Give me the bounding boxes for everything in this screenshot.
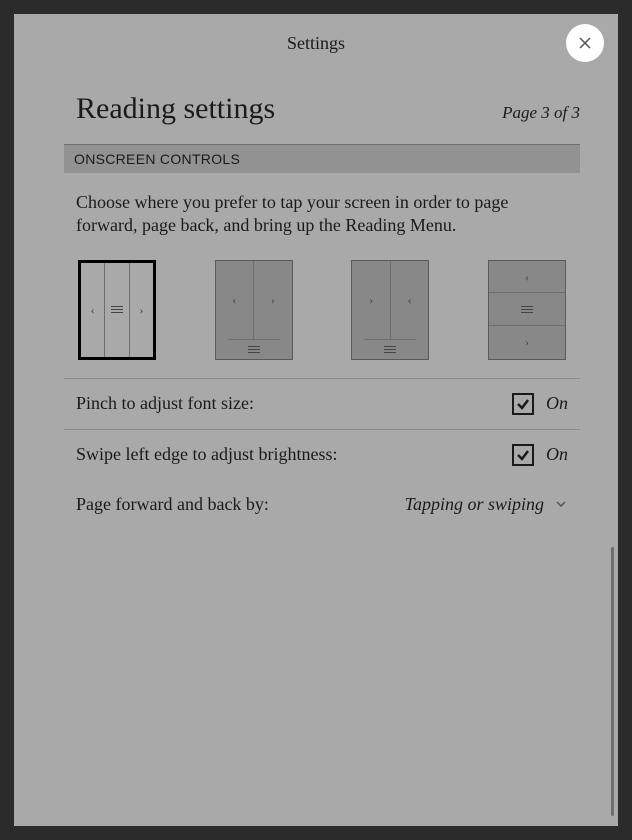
checkmark-icon xyxy=(515,396,531,412)
title-row: Reading settings Page 3 of 3 xyxy=(64,72,580,144)
layout-options: ‹ › ‹ › › ‹ xyxy=(64,260,580,378)
chevron-left-icon: ‹ xyxy=(408,294,412,306)
pinch-checkbox[interactable] xyxy=(512,393,534,415)
close-button[interactable] xyxy=(566,24,604,62)
menu-icon xyxy=(111,304,123,315)
scrollbar-thumb[interactable] xyxy=(611,547,614,816)
setting-state: On xyxy=(546,444,568,465)
layout-option-2[interactable]: ‹ › xyxy=(215,260,293,360)
chevron-left-icon: ‹ xyxy=(232,294,236,306)
content: Reading settings Page 3 of 3 ONSCREEN CO… xyxy=(14,72,618,826)
page-indicator: Page 3 of 3 xyxy=(502,103,580,123)
swipe-checkbox[interactable] xyxy=(512,444,534,466)
setting-state: On xyxy=(546,393,568,414)
menu-icon xyxy=(521,304,533,315)
setting-label: Swipe left edge to adjust brightness: xyxy=(76,444,337,465)
modal-title: Settings xyxy=(287,33,345,54)
checkmark-icon xyxy=(515,447,531,463)
chevron-down-icon xyxy=(554,497,568,511)
chevron-right-icon: › xyxy=(525,336,529,348)
chevron-left-icon: ‹ xyxy=(91,304,95,316)
section-header: ONSCREEN CONTROLS xyxy=(64,144,580,173)
setting-label: Pinch to adjust font size: xyxy=(76,393,254,414)
chevron-right-icon: › xyxy=(271,294,275,306)
pageforward-dropdown[interactable]: Tapping or swiping xyxy=(405,494,568,515)
close-icon xyxy=(577,35,593,51)
chevron-right-icon: › xyxy=(139,304,143,316)
setting-pinch: Pinch to adjust font size: On xyxy=(64,378,580,429)
settings-modal: Settings Reading settings Page 3 of 3 ON… xyxy=(14,14,618,826)
modal-header: Settings xyxy=(14,14,618,72)
setting-pageforward: Page forward and back by: Tapping or swi… xyxy=(64,480,580,529)
layout-option-4[interactable]: ‹ › xyxy=(488,260,566,360)
page-title: Reading settings xyxy=(76,92,275,126)
instruction-text: Choose where you prefer to tap your scre… xyxy=(64,173,580,260)
menu-icon xyxy=(248,344,260,355)
scrollbar[interactable] xyxy=(611,144,614,816)
menu-icon xyxy=(384,344,396,355)
layout-option-1[interactable]: ‹ › xyxy=(78,260,156,360)
setting-swipe: Swipe left edge to adjust brightness: On xyxy=(64,429,580,480)
chevron-left-icon: ‹ xyxy=(525,271,529,283)
dropdown-value: Tapping or swiping xyxy=(405,494,544,515)
layout-option-3[interactable]: › ‹ xyxy=(351,260,429,360)
chevron-right-icon: › xyxy=(369,294,373,306)
setting-label: Page forward and back by: xyxy=(76,494,269,515)
